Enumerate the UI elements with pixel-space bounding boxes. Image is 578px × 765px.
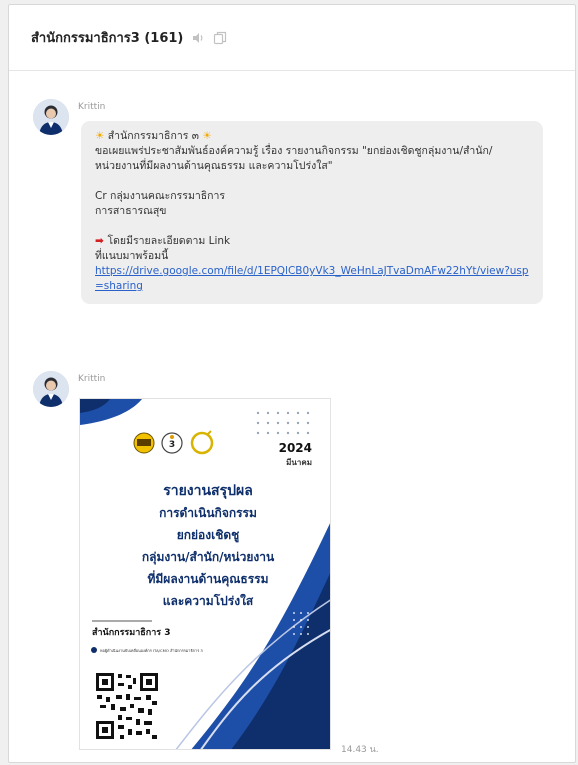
right-arrow-icon: ➡	[95, 235, 108, 247]
message-line: ขอเผยแพร่ประชาสัมพันธ์องค์ความรู้ เรื่อง…	[95, 145, 493, 157]
message-timestamp: 14.43 น.	[341, 745, 379, 755]
poster-title-line: และความโปร่งใส	[163, 593, 254, 608]
poster-month: มีนาคม	[286, 457, 312, 467]
message-bubble[interactable]: ☀ สำนักกรรมาธิการ ๓ ☀ ขอเผยแพร่ประชาสัมพ…	[81, 121, 543, 304]
poster-title-line: ยกย่องเชิดชู	[177, 528, 240, 543]
sender-name: Krittin	[78, 374, 106, 384]
sun-icon: ☀	[95, 130, 108, 142]
chat-header: สำนักกรรมาธิการ3 (161)	[9, 5, 575, 71]
message-line: การสาธารณสุข	[95, 205, 167, 217]
poster-year: 2024	[279, 441, 312, 455]
sun-icon: ☀	[198, 130, 212, 142]
poster-title-line: รายงานสรุปผล	[163, 483, 253, 499]
message-line: หน่วยงานที่มีผลงานด้านคุณธรรม และความโปร…	[95, 160, 333, 172]
message-line: Cr กลุ่มงานคณะกรรมาธิการ	[95, 190, 226, 202]
message-line: ➡ โดยมีรายละเอียดตาม Link	[95, 234, 531, 249]
poster-office: สำนักกรรมาธิการ 3	[92, 627, 170, 638]
copy-icon[interactable]	[213, 31, 227, 45]
avatar[interactable]	[33, 99, 69, 135]
qr-code-icon	[94, 671, 160, 741]
poster-image[interactable]: 3 2024 มีนาคม รายงานสรุปผล การดำเนินกิจก…	[79, 398, 331, 750]
badge-number: 3	[169, 440, 175, 450]
poster-title-line: กลุ่มงาน/สำนัก/หน่วยงาน	[142, 550, 275, 565]
avatar[interactable]	[33, 371, 69, 407]
message-heading: สำนักกรรมาธิการ ๓	[107, 130, 199, 142]
drive-link[interactable]: https://drive.google.com/file/d/1EPQlCB0…	[95, 265, 529, 292]
message-text: โดยมีรายละเอียดตาม Link	[107, 235, 231, 247]
message-line: ☀ สำนักกรรมาธิการ ๓ ☀	[95, 129, 531, 144]
chat-title[interactable]: สำนักกรรมาธิการ3 (161)	[31, 27, 183, 48]
mute-icon[interactable]	[191, 31, 205, 45]
poster-title-line: ที่มีผลงานด้านคุณธรรม	[147, 570, 268, 587]
poster-title-line: การดำเนินกิจกรรม	[159, 506, 257, 520]
message-line: ที่แนบมาพร้อมนี้	[95, 250, 169, 262]
poster-footer: หอผู้ดำเนินงานขับเคลื่อนองค์กร ITA/CMO ส…	[100, 648, 203, 653]
sender-name: Krittin	[78, 102, 106, 112]
